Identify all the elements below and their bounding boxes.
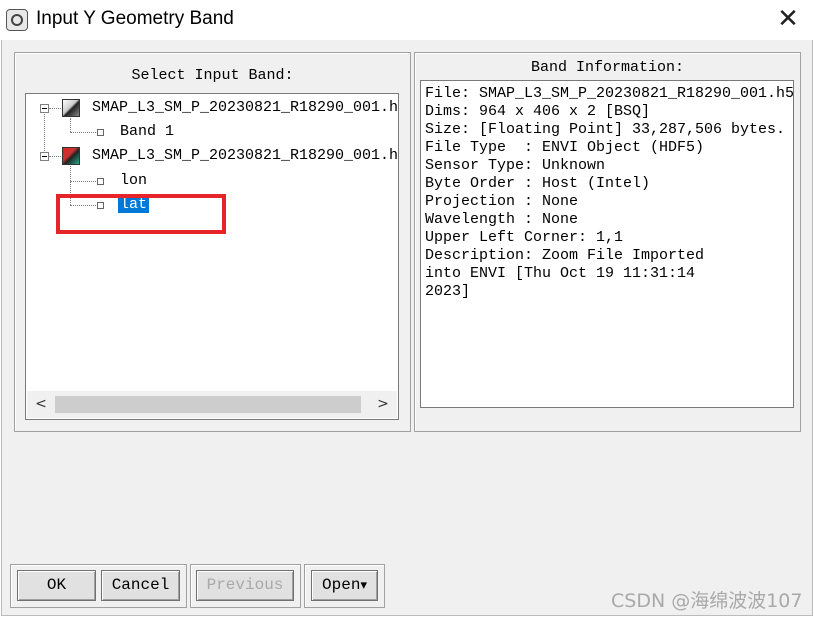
- tree-file-item[interactable]: SMAP_L3_SM_P_20230821_R18290_001.h: [92, 99, 398, 116]
- tree-file-item[interactable]: SMAP_L3_SM_P_20230821_R18290_001.h: [92, 147, 398, 164]
- info-line: Upper Left Corner: 1,1: [425, 229, 624, 246]
- ok-button[interactable]: OK: [17, 570, 96, 601]
- band-info-text: File: SMAP_L3_SM_P_20230821_R18290_001.h…: [420, 80, 794, 408]
- app-icon: [6, 9, 28, 31]
- select-band-label: Select Input Band:: [131, 67, 294, 84]
- scroll-right-icon[interactable]: >: [373, 394, 393, 414]
- band-tree[interactable]: SMAP_L3_SM_P_20230821_R18290_001.h Band …: [25, 93, 399, 420]
- tree-band-item[interactable]: Band 1: [120, 123, 174, 140]
- info-line: File: SMAP_L3_SM_P_20230821_R18290_001.h…: [425, 85, 794, 102]
- highlight-annotation: [56, 194, 226, 234]
- band-info-label: Band Information:: [530, 59, 685, 76]
- tree-connector: [44, 114, 45, 157]
- info-line: Projection : None: [425, 193, 579, 210]
- info-line: Dims: 964 x 406 x 2 [BSQ]: [425, 103, 651, 120]
- band-leaf-icon: [97, 129, 104, 136]
- info-line: Size: [Floating Point] 33,287,506 bytes.: [425, 121, 786, 138]
- horizontal-scrollbar[interactable]: < >: [27, 391, 397, 418]
- info-line: Byte Order : Host (Intel): [425, 175, 651, 192]
- raster-file-icon: [62, 99, 80, 117]
- info-line: File Type : ENVI Object (HDF5): [425, 139, 705, 156]
- window-title: Input Y Geometry Band: [36, 8, 234, 29]
- tree-connector: [70, 132, 96, 133]
- dropdown-arrow-icon: ▾: [360, 578, 367, 593]
- tree-connector: [70, 181, 96, 182]
- info-line: Description: Zoom File Imported: [425, 247, 705, 264]
- tree-band-item[interactable]: lon: [120, 172, 147, 189]
- info-line: 2023]: [425, 283, 471, 300]
- scroll-left-icon[interactable]: <: [31, 394, 51, 414]
- layered-file-icon: [62, 147, 80, 165]
- tree-connector: [49, 108, 61, 109]
- info-line: Wavelength : None: [425, 211, 579, 228]
- scroll-thumb[interactable]: [55, 396, 361, 413]
- info-line: into ENVI [Thu Oct 19 11:31:14: [425, 265, 696, 282]
- collapse-toggle-icon[interactable]: [40, 152, 49, 161]
- watermark: CSDN @海绵波波107: [611, 590, 803, 612]
- previous-button[interactable]: Previous: [196, 570, 294, 601]
- band-leaf-icon: [97, 178, 104, 185]
- info-line: Sensor Type: Unknown: [425, 157, 606, 174]
- open-button-label: Open: [322, 576, 361, 594]
- title-bar: Input Y Geometry Band ✕: [0, 0, 814, 40]
- tree-connector: [70, 118, 71, 132]
- cancel-button[interactable]: Cancel: [101, 570, 180, 601]
- tree-connector: [49, 156, 61, 157]
- open-menu-button[interactable]: Open▾: [311, 570, 378, 601]
- collapse-toggle-icon[interactable]: [40, 104, 49, 113]
- close-button[interactable]: ✕: [768, 2, 808, 38]
